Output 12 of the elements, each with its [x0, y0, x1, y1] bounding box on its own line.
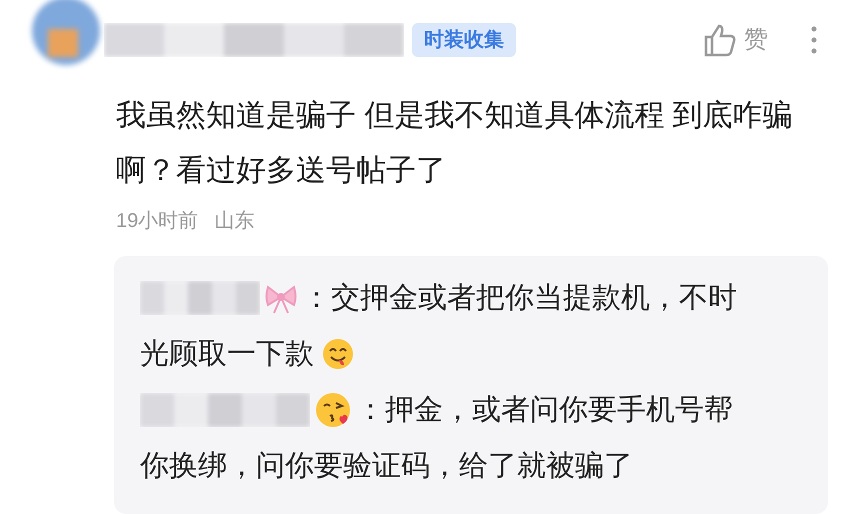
- reply-text: 光顾取一下款: [140, 337, 314, 372]
- badge: 时装收集: [412, 23, 516, 57]
- reply-text: ：交押金或者把你当提款机，不时: [302, 281, 737, 316]
- reply-text: 你换绑，问你要验证码，给了就被骗了: [140, 449, 633, 484]
- more-options-icon[interactable]: [810, 25, 818, 55]
- post-time: 19小时前: [116, 209, 198, 234]
- reply-text: ：押金，或者问你要手机号帮: [356, 393, 733, 428]
- like-label[interactable]: 赞: [744, 22, 768, 58]
- post-location: 山东: [214, 209, 254, 234]
- thumbs-up-icon[interactable]: [704, 23, 736, 57]
- post-text: 我虽然知道是骗子 但是我不知道具体流程 到底咋骗啊？看过好多送号帖子了: [116, 98, 794, 189]
- winking-face-icon: [314, 391, 352, 429]
